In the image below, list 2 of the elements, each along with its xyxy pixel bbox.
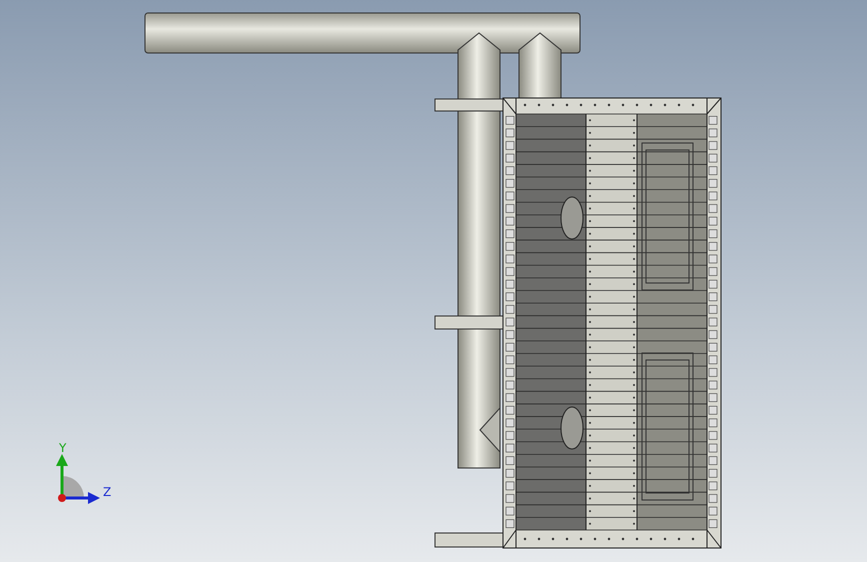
z-axis-label: Z (103, 486, 112, 498)
y-axis-label: Y (59, 442, 66, 454)
